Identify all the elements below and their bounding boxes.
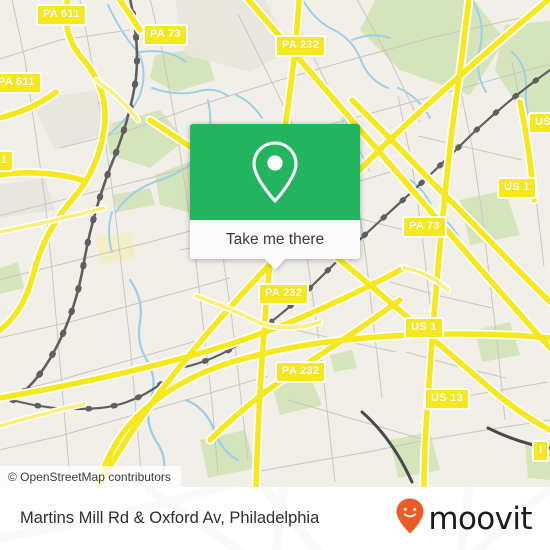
- road-shield-pa611-top[interactable]: PA 611: [36, 4, 87, 26]
- road-shield-us1-mid[interactable]: US 1: [404, 317, 444, 339]
- road-shield-pa232-top[interactable]: PA 232: [275, 35, 327, 57]
- osm-attribution[interactable]: © OpenStreetMap contributors: [0, 466, 181, 487]
- road-shield-us1-right[interactable]: US 1: [497, 177, 537, 199]
- road-shield-pa611-left[interactable]: PA 611: [0, 72, 42, 94]
- popup-header: [190, 124, 360, 220]
- road-shield-us13-low[interactable]: US 13: [424, 388, 471, 410]
- location-pin-icon: [248, 139, 302, 205]
- road-shield-mini-left[interactable]: 1: [0, 150, 15, 172]
- road-shield-us-right-low[interactable]: I: [532, 440, 550, 462]
- moovit-map-screenshot: PA 611 PA 73 PA 232 PA 611 US US 1 1 PA …: [0, 0, 550, 550]
- moovit-pin-icon: [395, 497, 425, 540]
- popup-tail: [264, 258, 286, 270]
- map-popup[interactable]: Take me there: [190, 124, 360, 270]
- footer-bar: Martins Mill Rd & Oxford Av, Philadelphi…: [0, 487, 550, 550]
- moovit-logo[interactable]: moovit: [395, 497, 533, 540]
- take-me-there-button[interactable]: Take me there: [190, 220, 360, 259]
- road-shield-us-right-top[interactable]: US: [528, 112, 550, 134]
- moovit-wordmark: moovit: [428, 501, 532, 537]
- map-canvas[interactable]: PA 611 PA 73 PA 232 PA 611 US US 1 1 PA …: [0, 0, 550, 487]
- road-shield-pa232-low[interactable]: PA 232: [275, 361, 327, 383]
- road-shield-pa232-mid[interactable]: PA 232: [258, 283, 310, 305]
- popup-card: Take me there: [190, 124, 360, 259]
- osm-attribution-text: © OpenStreetMap contributors: [8, 469, 171, 484]
- road-shield-pa73-mid[interactable]: PA 73: [402, 216, 447, 238]
- place-title: Martins Mill Rd & Oxford Av, Philadelphi…: [20, 509, 320, 527]
- take-me-there-label: Take me there: [225, 230, 325, 248]
- road-shield-pa73-top[interactable]: PA 73: [143, 24, 188, 46]
